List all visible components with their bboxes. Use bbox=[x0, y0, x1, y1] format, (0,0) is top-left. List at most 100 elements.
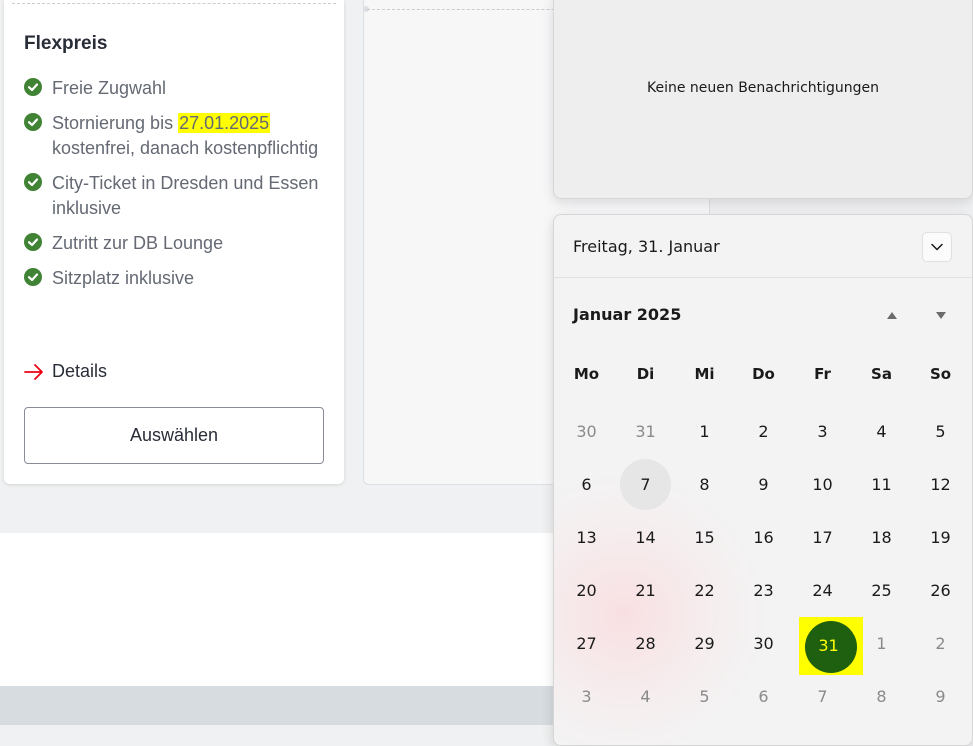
collapse-calendar-button[interactable] bbox=[922, 232, 952, 262]
previous-month-button[interactable] bbox=[882, 305, 902, 325]
calendar-day[interactable]: 2 bbox=[911, 617, 970, 670]
day-number: 30 bbox=[576, 422, 597, 441]
day-number: 2 bbox=[758, 422, 769, 441]
day-number: 12 bbox=[930, 475, 951, 494]
day-number: 2 bbox=[935, 634, 946, 653]
calendar-day[interactable]: 30 bbox=[734, 617, 793, 670]
day-number: 1 bbox=[699, 422, 710, 441]
day-number: 22 bbox=[694, 581, 715, 600]
day-number: 20 bbox=[576, 581, 597, 600]
month-year-label[interactable]: Januar 2025 bbox=[573, 305, 681, 324]
calendar-day[interactable]: 2 bbox=[734, 405, 793, 458]
calendar-day[interactable]: 20 bbox=[557, 564, 616, 617]
calendar-day[interactable]: 26 bbox=[911, 564, 970, 617]
calendar-day-selected[interactable]: 31 bbox=[793, 617, 863, 675]
calendar-day[interactable]: 19 bbox=[911, 511, 970, 564]
day-number: 3 bbox=[581, 687, 592, 706]
calendar-day[interactable]: 3 bbox=[793, 405, 852, 458]
calendar-day[interactable]: 18 bbox=[852, 511, 911, 564]
fare-features-list: Freie Zugwahl Stornierung bis 27.01.2025… bbox=[24, 76, 334, 301]
calendar-day-grid: 30 31 1 2 3 4 5 6 7 8 9 10 11 12 13 14 15 16 17 18 19 20 21 22 2… bbox=[557, 405, 970, 723]
day-number: 13 bbox=[576, 528, 597, 547]
calendar-day[interactable]: 5 bbox=[675, 670, 734, 723]
day-number: 14 bbox=[635, 528, 656, 547]
calendar-day[interactable]: 14 bbox=[616, 511, 675, 564]
calendar-day[interactable]: 13 bbox=[557, 511, 616, 564]
calendar-day[interactable]: 16 bbox=[734, 511, 793, 564]
check-circle-icon bbox=[24, 113, 42, 131]
calendar-day[interactable]: 15 bbox=[675, 511, 734, 564]
no-notifications-text: Keine neuen Benachrichtigungen bbox=[646, 80, 880, 96]
calendar-day[interactable]: 11 bbox=[852, 458, 911, 511]
calendar-day[interactable]: 31 bbox=[616, 405, 675, 458]
day-number: 25 bbox=[871, 581, 892, 600]
calendar-day[interactable]: 1 bbox=[852, 617, 911, 670]
weekday-header-row: Mo Di Mi Do Fr Sa So bbox=[557, 365, 970, 383]
calendar-day[interactable]: 5 bbox=[911, 405, 970, 458]
day-number: 28 bbox=[635, 634, 656, 653]
day-number: 5 bbox=[699, 687, 710, 706]
calendar-day[interactable]: 17 bbox=[793, 511, 852, 564]
calendar-day[interactable]: 12 bbox=[911, 458, 970, 511]
calendar-day[interactable]: 23 bbox=[734, 564, 793, 617]
feature-text: City-Ticket in Dresden und Essen inklusi… bbox=[52, 173, 319, 218]
day-number: 15 bbox=[694, 528, 715, 547]
calendar-day[interactable]: 9 bbox=[911, 670, 970, 723]
calendar-day[interactable]: 4 bbox=[616, 670, 675, 723]
day-number: 17 bbox=[812, 528, 833, 547]
day-number: 26 bbox=[930, 581, 951, 600]
calendar-day[interactable]: 8 bbox=[852, 670, 911, 723]
weekday-label: Mi bbox=[694, 365, 715, 383]
calendar-day[interactable]: 21 bbox=[616, 564, 675, 617]
calendar-day[interactable]: 24 bbox=[793, 564, 852, 617]
calendar-day[interactable]: 29 bbox=[675, 617, 734, 670]
day-number: 6 bbox=[758, 687, 769, 706]
weekday-label: Mo bbox=[573, 365, 600, 383]
day-number: 7 bbox=[817, 687, 828, 706]
calendar-flyout: Freitag, 31. Januar Januar 2025 Mo Di Mi Do… bbox=[553, 214, 973, 746]
triangle-up-icon bbox=[887, 311, 897, 319]
calendar-day[interactable]: 10 bbox=[793, 458, 852, 511]
check-circle-icon bbox=[24, 268, 42, 286]
day-number: 29 bbox=[694, 634, 715, 653]
day-number: 24 bbox=[812, 581, 833, 600]
select-fare-button[interactable]: Auswählen bbox=[24, 407, 324, 464]
calendar-day[interactable]: 8 bbox=[675, 458, 734, 511]
arrow-right-icon bbox=[24, 363, 43, 380]
day-number: 23 bbox=[753, 581, 774, 600]
day-number: 5 bbox=[935, 422, 946, 441]
feature-item: City-Ticket in Dresden und Essen inklusi… bbox=[24, 171, 334, 221]
feature-text-before: Stornierung bis bbox=[52, 113, 179, 133]
feature-text: Zutritt zur DB Lounge bbox=[52, 233, 224, 253]
calendar-day[interactable]: 27 bbox=[557, 617, 616, 670]
calendar-day[interactable]: 4 bbox=[852, 405, 911, 458]
feature-text: Sitzplatz inklusive bbox=[52, 268, 195, 288]
day-number: 6 bbox=[581, 475, 592, 494]
day-number: 11 bbox=[871, 475, 892, 494]
day-number: 31 bbox=[818, 636, 839, 655]
next-month-button[interactable] bbox=[931, 305, 951, 325]
calendar-day[interactable]: 25 bbox=[852, 564, 911, 617]
fare-title: Flexpreis bbox=[24, 33, 108, 54]
calendar-day[interactable]: 30 bbox=[557, 405, 616, 458]
calendar-day[interactable]: 1 bbox=[675, 405, 734, 458]
day-number: 16 bbox=[753, 528, 774, 547]
day-number: 8 bbox=[876, 687, 887, 706]
calendar-day[interactable]: 28 bbox=[616, 617, 675, 670]
calendar-day[interactable]: 7 bbox=[616, 458, 675, 511]
weekday-label: Fr bbox=[814, 365, 831, 383]
feature-item: Sitzplatz inklusive bbox=[24, 266, 334, 291]
weekday-label: Di bbox=[636, 365, 655, 383]
calendar-day[interactable]: 6 bbox=[557, 458, 616, 511]
check-circle-icon bbox=[24, 233, 42, 251]
calendar-day[interactable]: 22 bbox=[675, 564, 734, 617]
day-number: 4 bbox=[876, 422, 887, 441]
details-link[interactable]: Details bbox=[24, 361, 107, 382]
calendar-day[interactable]: 7 bbox=[793, 670, 852, 723]
calendar-day[interactable]: 3 bbox=[557, 670, 616, 723]
feature-text-after: kostenfrei, danach kostenpflichtig bbox=[52, 138, 319, 158]
calendar-day[interactable]: 9 bbox=[734, 458, 793, 511]
day-number: 8 bbox=[699, 475, 710, 494]
calendar-day[interactable]: 6 bbox=[734, 670, 793, 723]
feature-item: Zutritt zur DB Lounge bbox=[24, 231, 334, 256]
